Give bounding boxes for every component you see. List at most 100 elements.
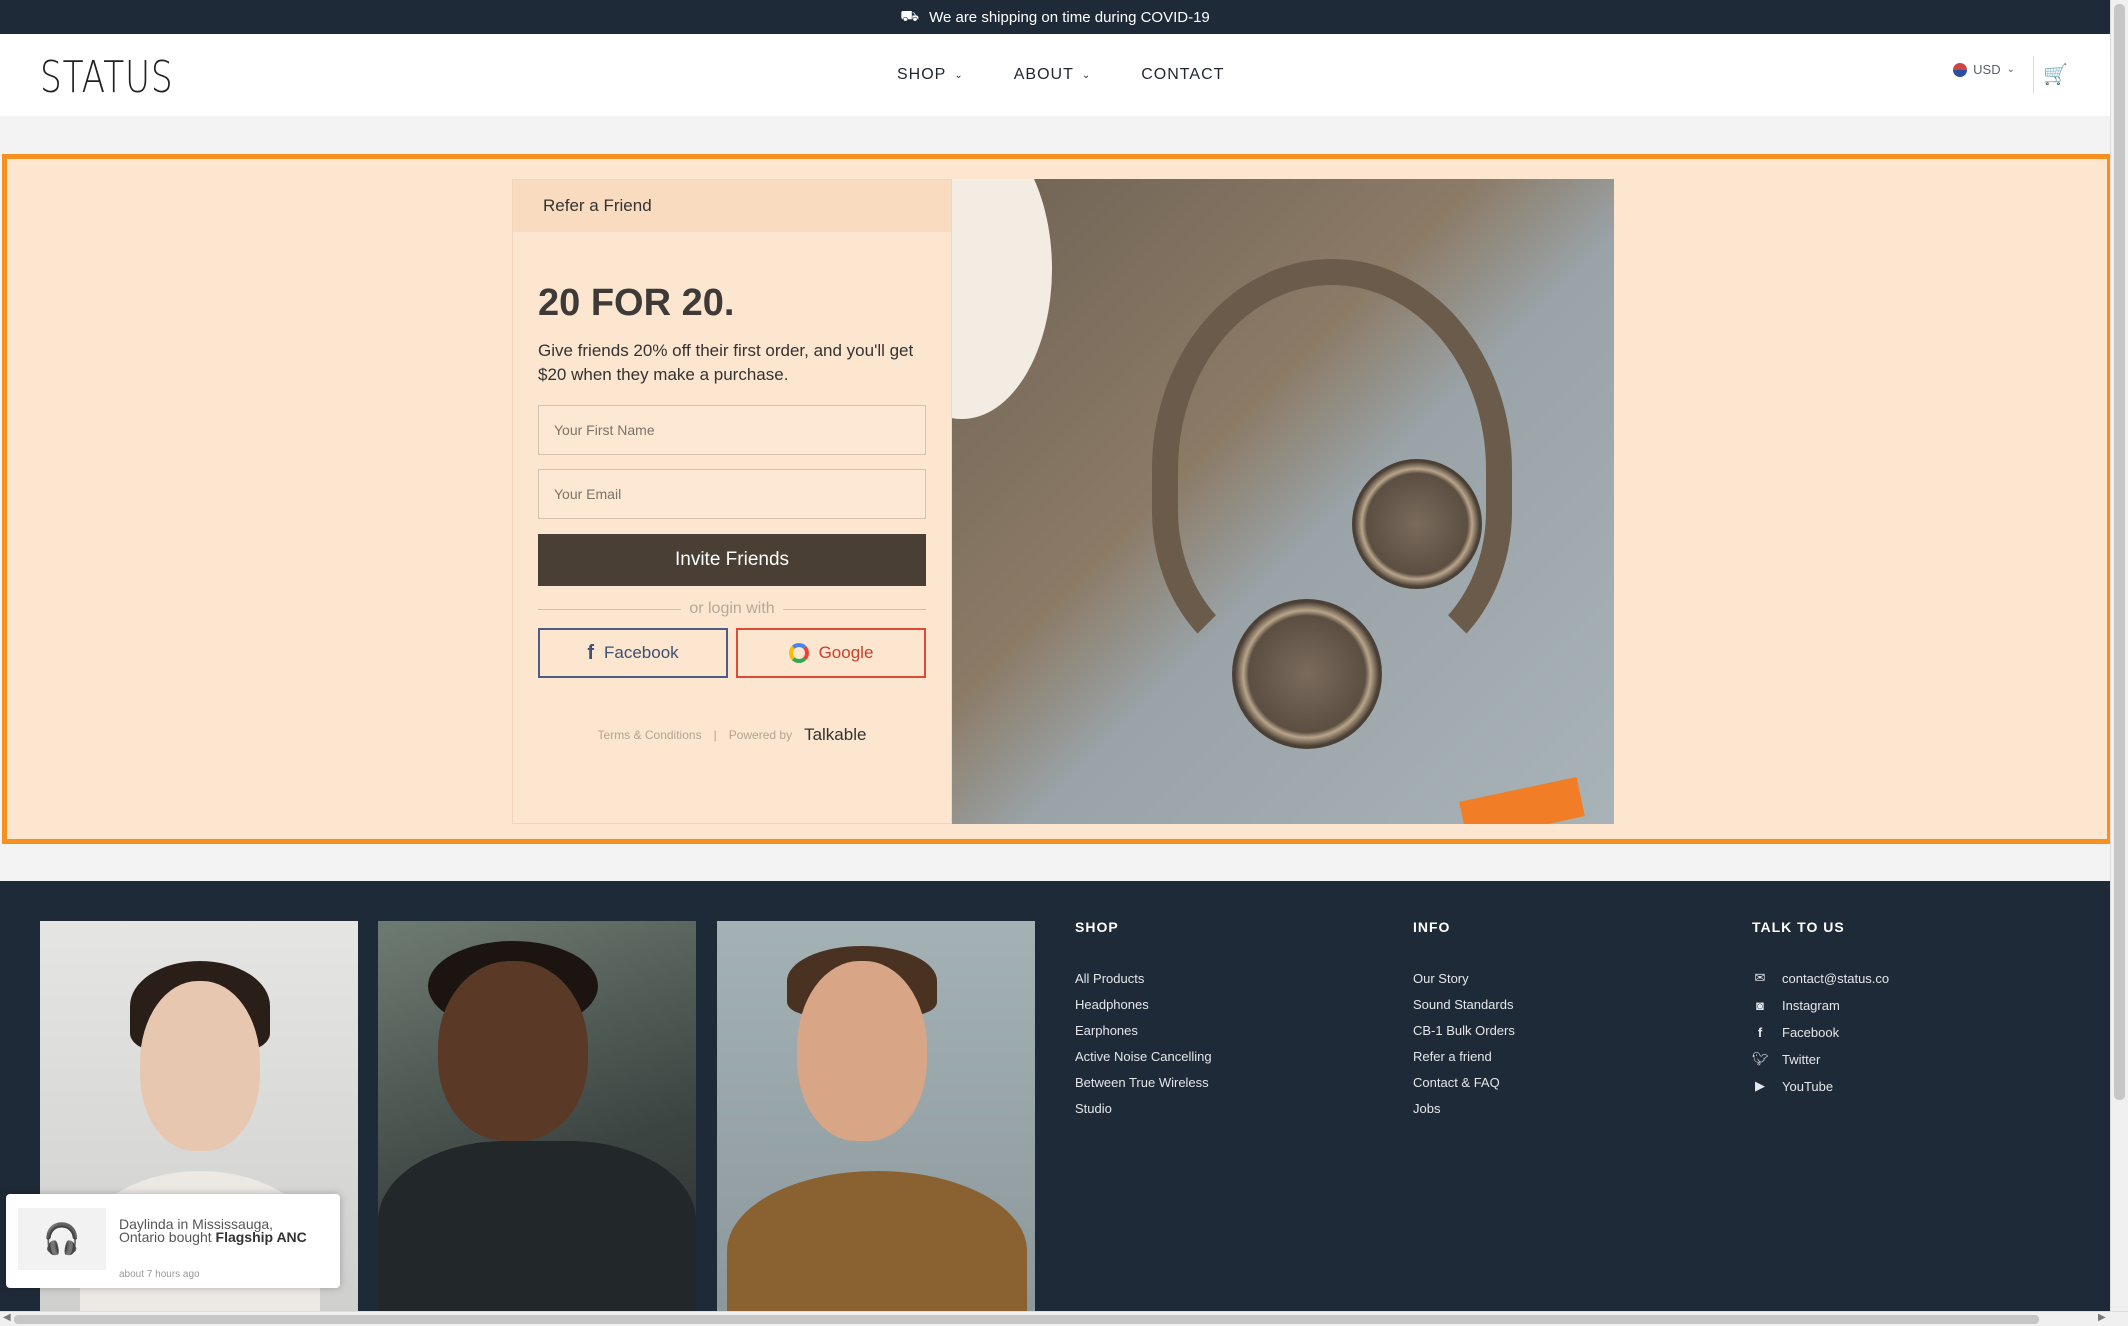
footer-link[interactable]: Sound Standards — [1413, 997, 1515, 1012]
footer-shop-column: SHOP All Products Headphones Earphones A… — [1075, 919, 1212, 1127]
footer-link[interactable]: Earphones — [1075, 1023, 1212, 1038]
twitter-link[interactable]: 🐦︎ Twitter — [1752, 1051, 1889, 1067]
announcement-bar: ⛟ We are shipping on time during COVID-1… — [0, 0, 2110, 34]
email-input[interactable]: Your Email — [538, 469, 926, 519]
talkable-logo[interactable]: Talkable — [804, 725, 866, 745]
footer-link[interactable]: Refer a friend — [1413, 1049, 1515, 1064]
footer-info-title: INFO — [1413, 919, 1451, 935]
social-login: f Facebook Google — [538, 628, 926, 678]
product-thumbnail: 🎧 — [18, 1208, 106, 1270]
instagram-icon: ◙ — [1756, 997, 1764, 1013]
footer-link[interactable]: CB-1 Bulk Orders — [1413, 1023, 1515, 1038]
cart-icon[interactable]: 🛒 — [2043, 62, 2068, 87]
contact-email-link[interactable]: ✉ contact@status.co — [1752, 970, 1890, 986]
footer-talk-column: TALK TO US ✉ contact@status.co ◙ Instagram… — [1752, 919, 1889, 1106]
footer-link[interactable]: Contact & FAQ — [1413, 1075, 1515, 1090]
divider-line — [538, 608, 682, 610]
recent-purchase-toast[interactable]: 🎧 Daylinda in Mississauga, Ontario bough… — [6, 1194, 340, 1288]
youtube-icon: ▶ — [1755, 1078, 1765, 1093]
login-divider: or login with — [538, 600, 926, 618]
headphone-cup — [1232, 599, 1382, 749]
site-header: STATUS SHOP ⌄ ABOUT ⌄ CONTACT USD ⌄ 🛒 — [0, 34, 2110, 116]
scrollbar-thumb[interactable] — [14, 1315, 2039, 1324]
horizontal-scrollbar[interactable]: ◀ ▶ — [0, 1311, 2128, 1326]
footer-link[interactable]: Our Story — [1413, 971, 1515, 986]
vertical-scrollbar[interactable] — [2110, 0, 2128, 1311]
facebook-link[interactable]: f Facebook — [1752, 1024, 1889, 1040]
footer-link[interactable]: All Products — [1075, 971, 1212, 986]
footer-talk-title: TALK TO US — [1752, 919, 1845, 935]
currency-label: USD — [1973, 62, 2001, 77]
promo-headline: 20 FOR 20. — [538, 282, 735, 324]
toast-time: about 7 hours ago — [119, 1269, 200, 1280]
nav-contact[interactable]: CONTACT — [1141, 66, 1224, 84]
footer-link[interactable]: Studio — [1075, 1101, 1212, 1116]
footer-photo-man-earbuds — [717, 921, 1035, 1311]
instagram-link[interactable]: ◙ Instagram — [1752, 997, 1889, 1013]
chevron-down-icon: ⌄ — [1081, 69, 1092, 81]
referral-section: Refer a Friend 20 FOR 20. Give friends 2… — [2, 154, 2112, 844]
facebook-label: Facebook — [604, 643, 679, 662]
scroll-right-icon[interactable]: ▶ — [2098, 1312, 2106, 1323]
face — [438, 961, 588, 1141]
facebook-icon: f — [587, 641, 594, 664]
facebook-login-button[interactable]: f Facebook — [538, 628, 728, 678]
nav-about-label: ABOUT — [1013, 66, 1074, 83]
header-divider — [2033, 56, 2034, 94]
announcement-text: We are shipping on time during COVID-19 — [929, 8, 1210, 26]
nav-shop-label: SHOP — [897, 66, 947, 83]
facebook-label: Facebook — [1782, 1024, 1840, 1040]
chevron-down-icon: ⌄ — [2006, 64, 2015, 75]
youtube-link[interactable]: ▶ YouTube — [1752, 1078, 1889, 1094]
nav-about[interactable]: ABOUT ⌄ — [1014, 66, 1092, 84]
shoulder — [378, 1141, 696, 1311]
facebook-icon: f — [1757, 1024, 1763, 1040]
scrollbar-thumb[interactable] — [2114, 4, 2125, 1100]
page: ⛟ We are shipping on time during COVID-1… — [0, 0, 2128, 1326]
face — [797, 961, 927, 1141]
terms-link[interactable]: Terms & Conditions — [598, 728, 702, 742]
footer-link[interactable]: Between True Wireless — [1075, 1075, 1212, 1090]
panel-title: Refer a Friend — [513, 180, 951, 232]
instagram-label: Instagram — [1782, 997, 1840, 1013]
nav-contact-label: CONTACT — [1141, 66, 1225, 83]
footer-link[interactable]: Headphones — [1075, 997, 1212, 1012]
face — [140, 981, 260, 1151]
vinyl-record — [952, 179, 1052, 419]
status-logo[interactable]: STATUS — [40, 52, 173, 103]
divider-line — [782, 608, 926, 610]
google-login-button[interactable]: Google — [736, 628, 926, 678]
referral-panel: Refer a Friend 20 FOR 20. Give friends 2… — [512, 179, 952, 824]
google-label: Google — [818, 643, 874, 662]
main-nav: SHOP ⌄ ABOUT ⌄ CONTACT — [897, 34, 1224, 116]
twitter-label: Twitter — [1782, 1051, 1821, 1067]
currency-selector[interactable]: USD ⌄ — [1953, 62, 2015, 77]
first-name-input[interactable]: Your First Name — [538, 405, 926, 455]
mail-icon: ✉ — [1754, 970, 1766, 985]
separator: | — [713, 728, 717, 742]
headphone-cup — [1352, 459, 1482, 589]
google-icon — [788, 643, 809, 663]
invite-friends-button[interactable]: Invite Friends — [538, 534, 926, 586]
truck-icon: ⛟ — [900, 7, 920, 25]
footer-shop-title: SHOP — [1075, 919, 1119, 935]
footer-link[interactable]: Active Noise Cancelling — [1075, 1049, 1212, 1064]
or-login-text: or login with — [689, 600, 775, 617]
footer-link[interactable]: Jobs — [1413, 1101, 1515, 1116]
powered-by-text: Powered by — [728, 728, 793, 742]
orange-card — [1459, 776, 1585, 824]
nav-shop[interactable]: SHOP ⌄ — [897, 66, 964, 84]
toast-product: Flagship ANC — [215, 1229, 307, 1245]
headphones-turntable-image — [952, 179, 1614, 824]
toast-message: Daylinda in Mississauga, Ontario bought … — [119, 1217, 319, 1245]
contact-email-label: contact@status.co — [1782, 970, 1890, 986]
headphones-icon: 🎧 — [43, 1222, 81, 1256]
chevron-down-icon: ⌄ — [954, 69, 964, 81]
us-flag-icon — [1953, 62, 1968, 77]
shoulder — [727, 1171, 1027, 1311]
scroll-left-icon[interactable]: ◀ — [3, 1312, 11, 1323]
twitter-icon: 🐦︎ — [1752, 1051, 1769, 1066]
youtube-label: YouTube — [1782, 1078, 1834, 1094]
promo-description: Give friends 20% off their first order, … — [538, 341, 914, 384]
panel-footer: Terms & Conditions | Powered by Talkable — [513, 725, 951, 745]
